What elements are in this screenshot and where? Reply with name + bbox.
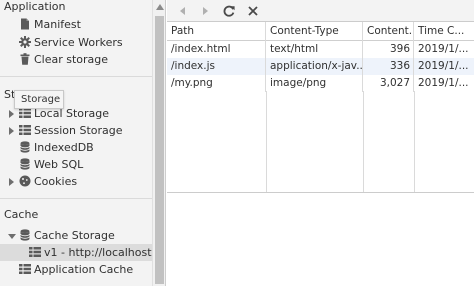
gear-icon (19, 36, 31, 48)
sidebar-item-label: Session Storage (34, 124, 123, 137)
scrollbar-thumb[interactable] (155, 16, 164, 284)
column-header-time-cached[interactable]: Time C... (414, 22, 474, 41)
grid-icon (29, 247, 41, 257)
expand-arrow-icon[interactable] (9, 127, 14, 135)
cell-content-length: 3,027 (363, 75, 414, 92)
cell-content-length: 336 (363, 58, 414, 75)
sidebar-item-label: Cookies (34, 175, 78, 188)
table-row[interactable]: /index.js application/x-jav... 336 2019/… (167, 58, 474, 75)
cell-path: /my.png (167, 75, 266, 92)
column-divider (363, 91, 364, 192)
cell-content-type: image/png (266, 75, 363, 92)
scroll-up-arrow-icon[interactable] (156, 4, 164, 10)
sidebar-item-label: Application Cache (34, 263, 134, 276)
sidebar-item-session-storage[interactable]: Session Storage (0, 122, 152, 139)
column-header-content-length[interactable]: Content... (363, 22, 414, 41)
cell-time-cached: 2019/1/... (418, 60, 469, 72)
sidebar-item-cache-storage[interactable]: Cache Storage (0, 227, 152, 244)
cell-time-cached: 2019/1/... (418, 43, 469, 55)
sidebar-item-label: Web SQL (34, 158, 84, 171)
cell-path: /index.html (167, 41, 266, 58)
column-divider (266, 91, 267, 192)
table-row[interactable]: /index.html text/html 396 2019/1/... (167, 41, 474, 58)
cell-time-cached: 2019/1/... (418, 77, 469, 89)
divider (0, 198, 152, 199)
database-icon (20, 141, 30, 153)
sidebar-item-label: v1 - http://localhost:876 (44, 246, 152, 259)
sidebar-item-label: Cache Storage (34, 229, 115, 242)
database-icon (20, 229, 30, 241)
sidebar-item-service-workers[interactable]: Service Workers (0, 34, 152, 51)
sidebar-item-label: Clear storage (34, 53, 109, 66)
sidebar-item-web-sql[interactable]: Web SQL (0, 156, 152, 173)
grid-icon (19, 264, 31, 274)
collapse-arrow-icon[interactable] (8, 234, 16, 239)
cookie-icon (19, 175, 31, 187)
delete-icon[interactable] (245, 3, 261, 19)
sidebar-item-cookies[interactable]: Cookies (0, 173, 152, 190)
toolbar (167, 0, 474, 22)
cell-content-type: text/html (266, 41, 363, 58)
cell-path: /index.js (167, 58, 266, 75)
sidebar-item-manifest[interactable]: Manifest (0, 16, 152, 33)
forward-icon[interactable] (197, 3, 213, 19)
back-icon[interactable] (175, 3, 191, 19)
divider (0, 76, 152, 77)
tooltip: Storage (14, 90, 64, 109)
sidebar-item-label: Service Workers (34, 36, 123, 49)
grid-icon (19, 125, 31, 135)
sidebar-item-cache-v1[interactable]: v1 - http://localhost:876 (0, 244, 152, 261)
cell-content-length: 396 (363, 41, 414, 58)
table-header: Path Content-Type Content... Time C... (167, 22, 474, 41)
table-row[interactable]: /my.png image/png 3,027 2019/1/... (167, 75, 474, 92)
sidebar-item-application-cache[interactable]: Application Cache (0, 261, 152, 278)
refresh-icon[interactable] (221, 3, 237, 19)
sidebar-item-label: Manifest (34, 18, 81, 31)
manifest-icon (21, 18, 29, 30)
column-header-content-type[interactable]: Content-Type (266, 22, 363, 41)
trash-icon (20, 53, 30, 65)
preview-pane (167, 193, 474, 286)
section-title-cache: Cache (4, 208, 39, 221)
section-title-application: Application (4, 0, 66, 13)
column-header-path[interactable]: Path (167, 22, 266, 41)
sidebar-item-label: IndexedDB (34, 141, 94, 154)
expand-arrow-icon[interactable] (9, 178, 14, 186)
sidebar-scrollbar[interactable] (152, 0, 166, 286)
sidebar-item-indexeddb[interactable]: IndexedDB (0, 139, 152, 156)
expand-arrow-icon[interactable] (9, 110, 14, 118)
column-divider (414, 91, 415, 192)
sidebar-item-clear-storage[interactable]: Clear storage (0, 51, 152, 68)
cell-content-type: application/x-jav... (266, 58, 363, 75)
database-icon (20, 158, 30, 170)
sidebar: Application Manifest Service Workers Cle… (0, 0, 152, 286)
